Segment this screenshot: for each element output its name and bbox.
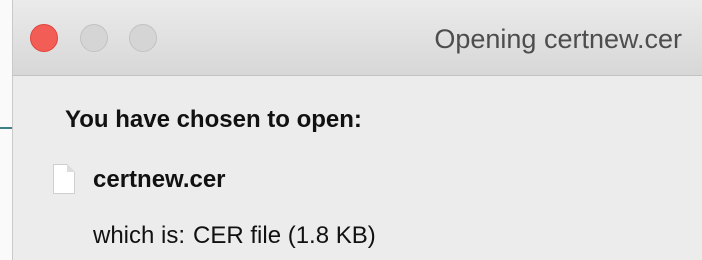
title-bar[interactable]: Opening certnew.cer xyxy=(13,0,702,76)
dialog-heading: You have chosen to open: xyxy=(65,106,362,133)
file-type-text: CER file (1.8 KB) xyxy=(193,222,376,249)
zoom-button[interactable] xyxy=(129,24,157,52)
dialog-content: You have chosen to open: certnew.cer whi… xyxy=(13,76,702,260)
which-is-label: which is: xyxy=(93,222,186,249)
minimize-button[interactable] xyxy=(80,24,108,52)
close-button[interactable] xyxy=(30,24,58,52)
file-type-row: which is: CER file (1.8 KB) xyxy=(93,222,376,250)
document-icon xyxy=(53,164,75,194)
file-name: certnew.cer xyxy=(93,166,226,193)
open-file-dialog: Opening certnew.cer You have chosen to o… xyxy=(12,0,702,260)
window-title: Opening certnew.cer xyxy=(434,24,682,54)
background-window-edge xyxy=(0,0,12,260)
background-accent-line xyxy=(0,127,12,129)
